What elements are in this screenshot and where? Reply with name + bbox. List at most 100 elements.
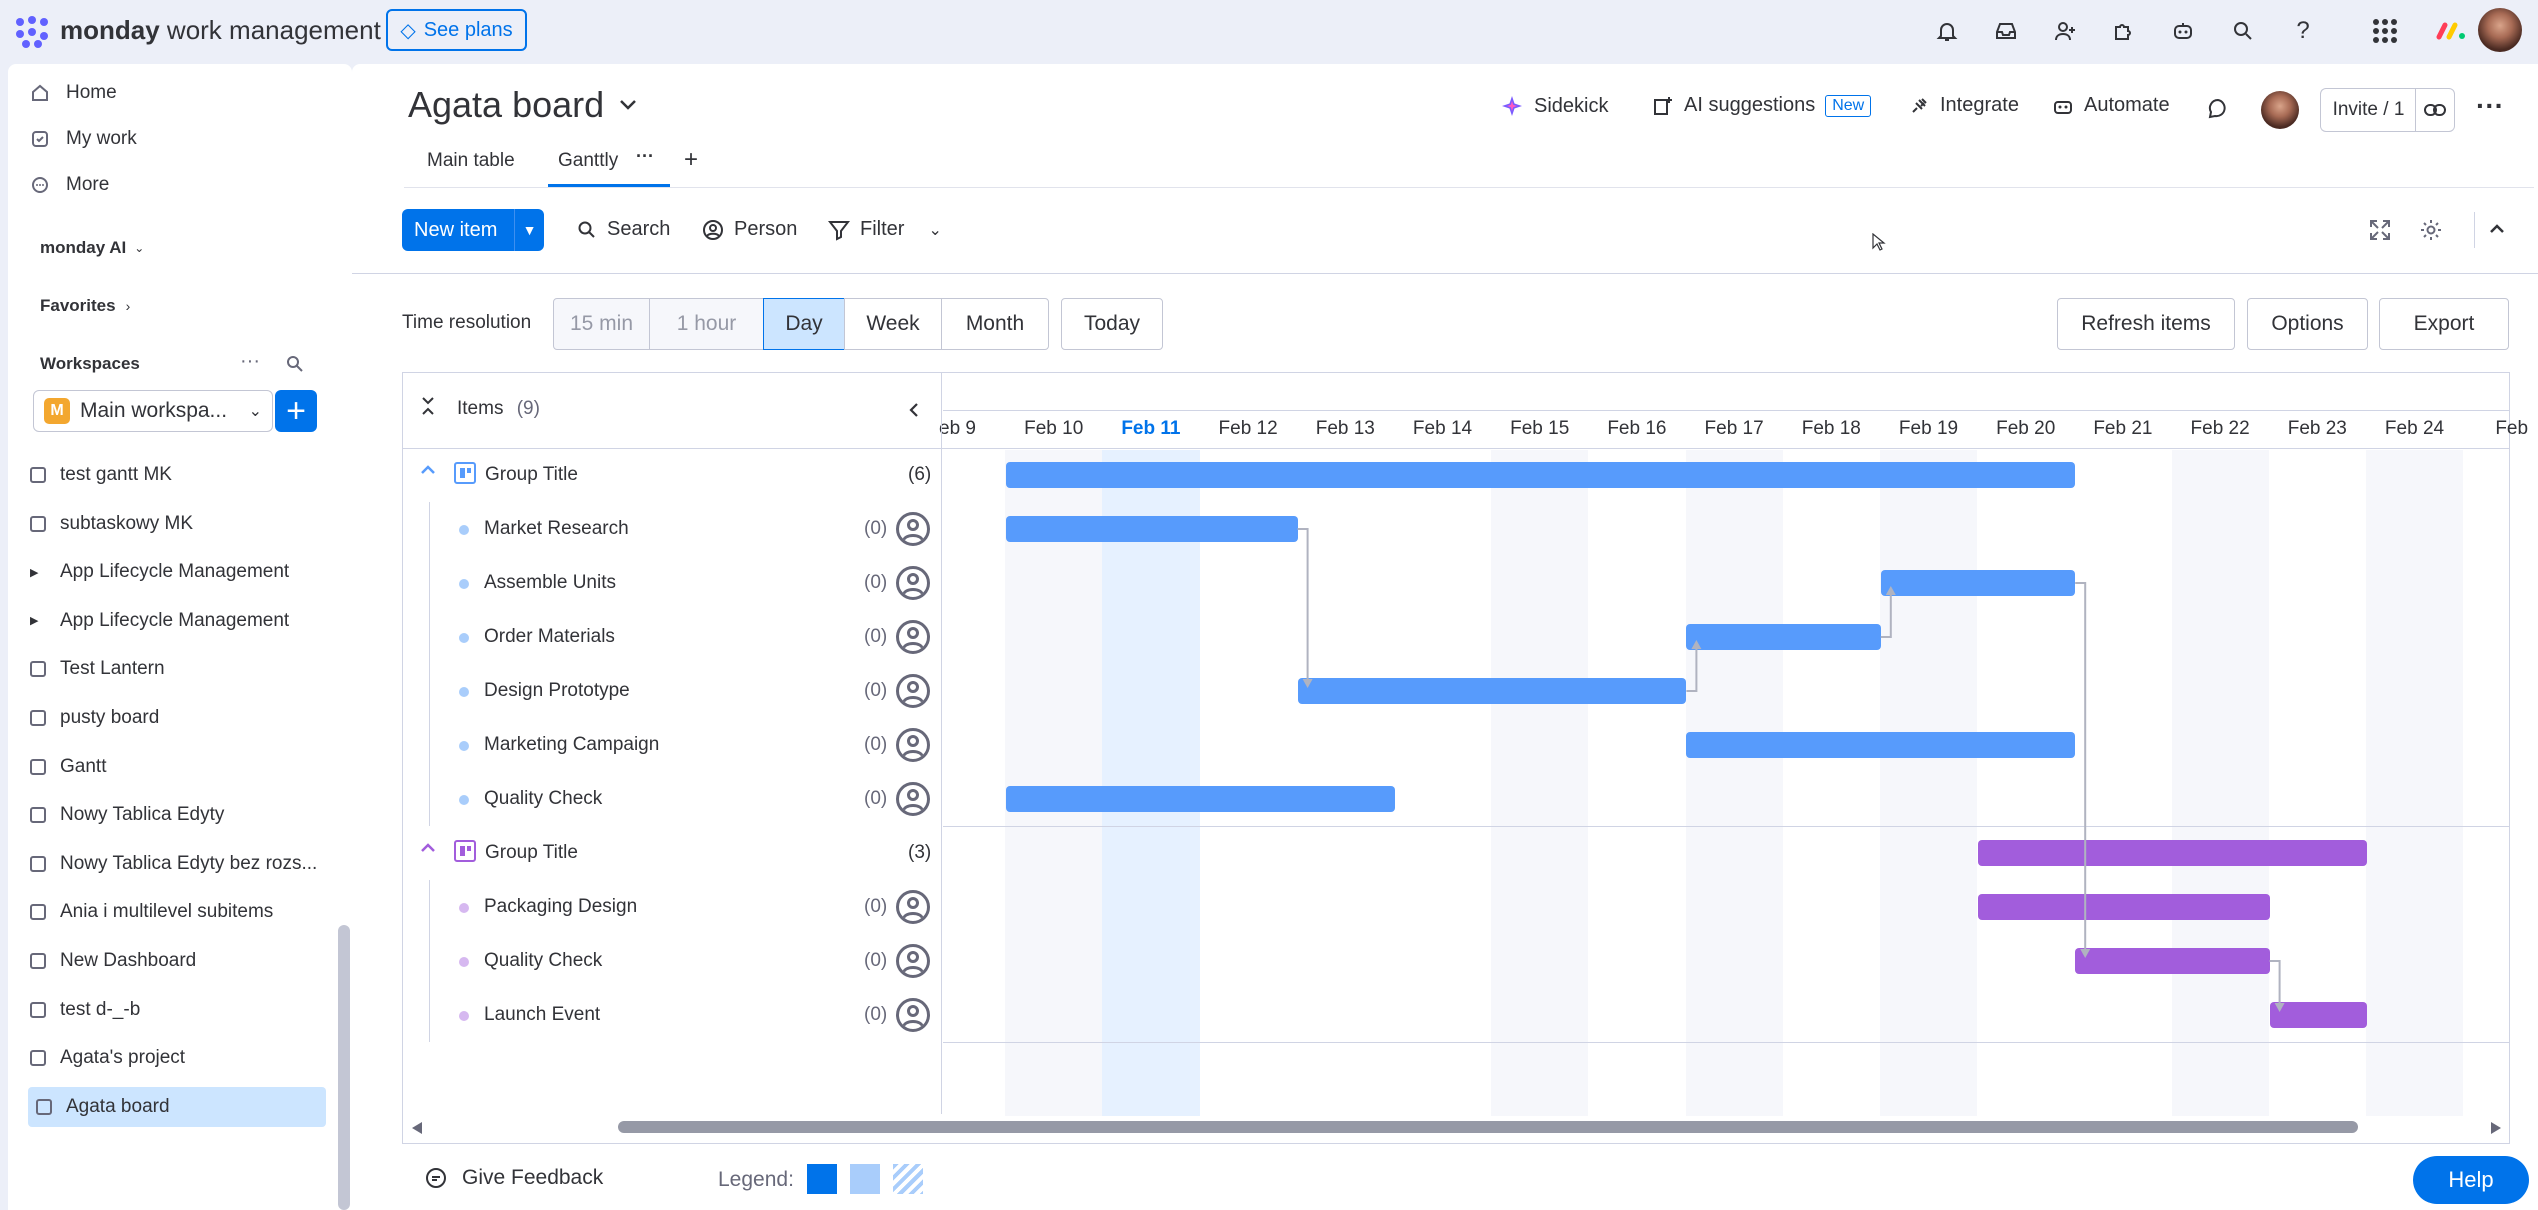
sidebar-board-item[interactable]: Nowy Tablica Edyty bez rozs...	[30, 844, 317, 884]
sidekick-button[interactable]: Sidekick	[1500, 94, 1608, 118]
item-name[interactable]: Marketing Campaign	[484, 734, 659, 756]
person-avatar-icon[interactable]	[896, 674, 930, 708]
item-name[interactable]: Launch Event	[484, 1004, 600, 1026]
board-title[interactable]: Agata board	[408, 84, 638, 126]
group-title[interactable]: Group Title	[485, 842, 578, 864]
person-avatar-icon[interactable]	[896, 890, 930, 924]
sidebar-board-item[interactable]: Nowy Tablica Edyty	[30, 795, 224, 835]
person-avatar-icon[interactable]	[896, 566, 930, 600]
sidebar-nav-more[interactable]: More	[30, 168, 109, 202]
add-workspace-item-button[interactable]: +	[275, 390, 317, 432]
person-avatar-icon[interactable]	[896, 512, 930, 546]
group-collapse-chevron-icon[interactable]	[420, 840, 436, 858]
resolution-option[interactable]: 1 hour	[649, 298, 764, 350]
sidebar-board-item[interactable]: ▶ App Lifecycle Management	[30, 601, 289, 641]
sidebar-nav-home[interactable]: Home	[30, 76, 117, 110]
monday-ai-section[interactable]: monday AI ⌄	[40, 238, 144, 258]
filter-button[interactable]: Filter ⌄	[828, 218, 942, 241]
options-button[interactable]: Options	[2247, 298, 2368, 350]
workspace-options-icon[interactable]: ···	[240, 350, 260, 373]
item-name[interactable]: Quality Check	[484, 788, 602, 810]
see-plans-button[interactable]: ◇ See plans	[386, 9, 527, 51]
today-button[interactable]: Today	[1061, 298, 1163, 350]
resolution-option[interactable]: Month	[941, 298, 1049, 350]
item-name[interactable]: Order Materials	[484, 626, 615, 648]
fullscreen-icon[interactable]	[2368, 218, 2392, 242]
automate-button[interactable]: Automate	[2052, 94, 2170, 117]
sidebar-board-item[interactable]: ▶ App Lifecycle Management	[30, 552, 289, 592]
collapse-left-panel-icon[interactable]	[907, 402, 921, 418]
chevron-down-icon[interactable]: ⌄	[928, 220, 941, 240]
integrate-button[interactable]: Integrate	[1908, 94, 2019, 117]
board-item-label: Ania i multilevel subitems	[60, 901, 274, 923]
sidebar-board-item[interactable]: pusty board	[30, 698, 159, 738]
help-question-icon[interactable]: ?	[2286, 14, 2320, 48]
tab-ganttly[interactable]: Ganttly	[558, 150, 618, 172]
resolution-option[interactable]: 15 min	[553, 298, 650, 350]
refresh-items-button[interactable]: Refresh items	[2057, 298, 2235, 350]
apps-puzzle-icon[interactable]	[2107, 14, 2141, 48]
scroll-right-arrow-icon[interactable]	[2489, 1121, 2503, 1135]
give-feedback-button[interactable]: Give Feedback	[424, 1166, 603, 1190]
sidebar-board-item[interactable]: subtaskowy MK	[30, 504, 193, 544]
item-name[interactable]: Design Prototype	[484, 680, 630, 702]
user-avatar[interactable]	[2478, 8, 2522, 52]
person-avatar-icon[interactable]	[896, 728, 930, 762]
search-button[interactable]: Search	[577, 218, 670, 241]
resolution-option[interactable]: Day	[763, 298, 845, 350]
resolution-option[interactable]: Week	[844, 298, 942, 350]
ai-robot-icon[interactable]	[2166, 14, 2200, 48]
settings-gear-icon[interactable]	[2419, 218, 2443, 242]
item-status-dot	[459, 1011, 469, 1021]
inbox-icon[interactable]	[1989, 14, 2023, 48]
board-icon	[30, 1001, 46, 1018]
collapse-all-icon[interactable]	[420, 396, 436, 421]
item-subitem-count: (0)	[864, 896, 888, 917]
invite-button[interactable]: Invite / 1	[2320, 88, 2416, 132]
sidebar-board-item[interactable]: Agata board	[28, 1086, 326, 1127]
horizontal-scrollbar[interactable]	[618, 1121, 2358, 1133]
updates-comment-icon[interactable]	[2206, 97, 2230, 121]
item-name[interactable]: Market Research	[484, 518, 629, 540]
workspace-selector[interactable]: M Main workspa... ⌄	[33, 390, 273, 432]
sidebar-nav-my-work[interactable]: My work	[30, 122, 137, 156]
invite-members-icon[interactable]	[2048, 14, 2082, 48]
item-name[interactable]: Quality Check	[484, 950, 602, 972]
tab-options-icon[interactable]: ···	[636, 146, 654, 167]
copy-link-button[interactable]	[2415, 88, 2455, 132]
board-more-options-icon[interactable]: ···	[2476, 92, 2504, 120]
collapse-chevron-up-icon[interactable]	[2488, 222, 2506, 236]
group-title[interactable]: Group Title	[485, 464, 578, 486]
favorites-section[interactable]: Favorites ›	[40, 296, 130, 316]
tab-main-table[interactable]: Main table	[427, 150, 515, 172]
help-button[interactable]: Help	[2413, 1156, 2529, 1204]
sidebar-board-item[interactable]: New Dashboard	[30, 941, 196, 981]
add-view-plus-icon[interactable]: +	[684, 146, 698, 174]
new-item-button[interactable]: New item ▼	[402, 209, 544, 251]
sidebar-board-item[interactable]: test d-_-b	[30, 990, 140, 1030]
person-filter-button[interactable]: Person	[702, 218, 797, 241]
monday-products-icon[interactable]	[2433, 14, 2469, 48]
chevron-down-icon[interactable]: ▼	[514, 209, 544, 251]
sidebar-board-item[interactable]: Ania i multilevel subitems	[30, 892, 273, 932]
group-collapse-chevron-icon[interactable]	[420, 462, 436, 480]
bell-icon[interactable]	[1930, 14, 1964, 48]
sidebar-board-item[interactable]: Test Lantern	[30, 649, 165, 689]
item-name[interactable]: Assemble Units	[484, 572, 616, 594]
person-avatar-icon[interactable]	[896, 998, 930, 1032]
sidebar-board-item[interactable]: test gantt MK	[30, 455, 172, 495]
person-avatar-icon[interactable]	[896, 782, 930, 816]
scroll-left-arrow-icon[interactable]	[410, 1121, 424, 1135]
search-icon[interactable]	[2226, 14, 2260, 48]
ai-suggestions-button[interactable]: AI suggestions New	[1652, 94, 1872, 117]
person-avatar-icon[interactable]	[896, 620, 930, 654]
board-owner-avatar[interactable]	[2261, 91, 2299, 129]
item-name[interactable]: Packaging Design	[484, 896, 637, 918]
sidebar-board-item[interactable]: Agata's project	[30, 1038, 185, 1078]
app-grid-icon[interactable]	[2368, 14, 2402, 48]
workspace-search-icon[interactable]	[285, 354, 305, 374]
sidebar-scrollbar[interactable]	[338, 925, 350, 1210]
sidebar-board-item[interactable]: Gantt	[30, 747, 106, 787]
person-avatar-icon[interactable]	[896, 944, 930, 978]
export-button[interactable]: Export	[2379, 298, 2509, 350]
